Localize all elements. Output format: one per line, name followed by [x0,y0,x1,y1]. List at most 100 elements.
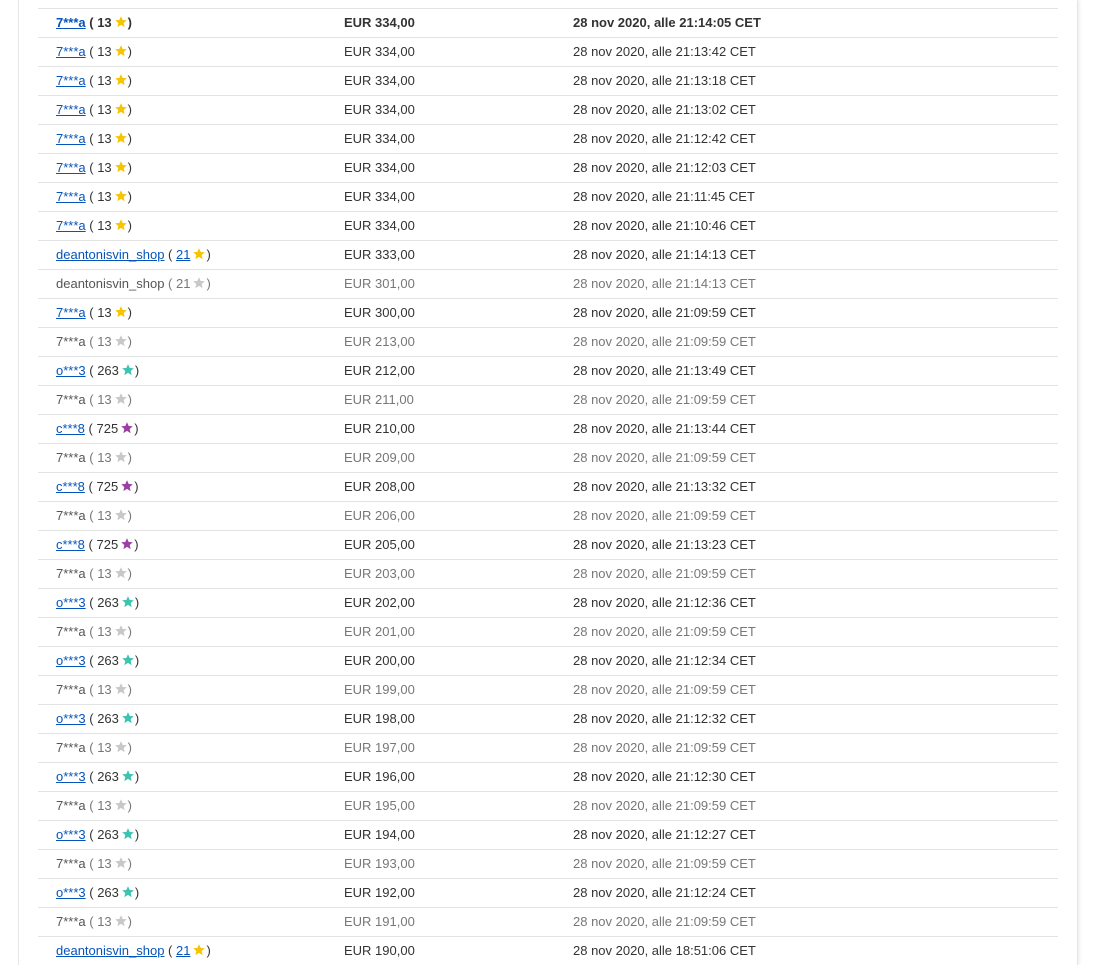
feedback-score: ( 13) [85,624,133,639]
bidder-name[interactable]: o***3 [56,595,86,610]
feedback-score: ( 13) [85,189,133,204]
feedback-count[interactable]: 21 [176,943,190,958]
bidder-cell: 7***a ( 13) [56,299,132,327]
bidder-cell: 7***a ( 13) [56,212,132,240]
bidder-cell: o***3 ( 263) [56,879,139,907]
bid-time: 28 nov 2020, alle 21:13:49 CET [573,363,756,378]
bidder-name[interactable]: c***8 [56,479,85,494]
purple-star-icon [121,422,133,434]
gray-star-icon [114,741,127,753]
bid-amount: EUR 206,00 [344,508,415,523]
gray-star-icon [193,277,206,289]
bidder-cell: o***3 ( 263) [56,589,139,617]
gray-star-icon [114,799,127,811]
feedback-count: 13 [97,624,112,639]
bidder-cell: deantonisvin_shop ( 21) [56,937,211,965]
feedback-count: 13 [97,218,112,233]
bid-time: 28 nov 2020, alle 21:12:32 CET [573,711,756,726]
bidder-name[interactable]: c***8 [56,537,85,552]
feedback-count[interactable]: 21 [176,247,190,262]
bidder-name[interactable]: o***3 [56,363,86,378]
bidder-name[interactable]: 7***a [56,44,86,59]
bid-amount: EUR 197,00 [344,740,415,755]
bidder-name[interactable]: 7***a [56,160,86,175]
bidder-cell: 7***a ( 13) [56,38,132,66]
bid-row: o***3 ( 263) EUR 200,00 28 nov 2020, alle … [38,646,1058,675]
bidder-name: 7***a [56,914,86,929]
yellow-star-icon [114,306,127,318]
bidder-name[interactable]: deantonisvin_shop [56,943,164,958]
bidder-name: 7***a [56,334,86,349]
bid-time: 28 nov 2020, alle 21:09:59 CET [573,566,756,581]
bid-amount: EUR 196,00 [344,769,415,784]
bid-amount: EUR 190,00 [344,943,415,958]
bidder-cell: deantonisvin_shop ( 21) [56,270,211,298]
feedback-score: ( 263) [85,769,140,784]
bid-amount: EUR 198,00 [344,711,415,726]
bid-row: 7***a ( 13) EUR 334,00 28 nov 2020, alle 2… [38,211,1058,240]
bidder-name[interactable]: o***3 [56,885,86,900]
bidder-name[interactable]: o***3 [56,711,86,726]
bid-amount: EUR 334,00 [344,73,415,88]
bidder-cell: 7***a ( 13) [56,96,132,124]
bid-amount: EUR 194,00 [344,827,415,842]
bid-row: o***3 ( 263) EUR 202,00 28 nov 2020, alle … [38,588,1058,617]
bid-time: 28 nov 2020, alle 21:09:59 CET [573,305,756,320]
turquoise-star-icon [122,712,134,724]
bidder-name[interactable]: 7***a [56,131,86,146]
bid-amount: EUR 193,00 [344,856,415,871]
bid-amount: EUR 209,00 [344,450,415,465]
bidder-name[interactable]: 7***a [56,305,86,320]
feedback-score: ( 13) [85,508,133,523]
feedback-count: 725 [96,421,119,436]
bidder-name[interactable]: c***8 [56,421,85,436]
yellow-star-icon [193,944,206,956]
yellow-star-icon [114,190,127,202]
bid-row: 7***a ( 13) EUR 203,00 28 nov 2020, alle 2… [38,559,1058,588]
bid-time: 28 nov 2020, alle 21:09:59 CET [573,856,756,871]
bidder-name[interactable]: 7***a [56,218,86,233]
bid-amount: EUR 191,00 [344,914,415,929]
bid-row: 7***a ( 13) EUR 334,00 28 nov 2020, alle 2… [38,95,1058,124]
bidder-name: 7***a [56,798,86,813]
bidder-name[interactable]: o***3 [56,769,86,784]
bidder-cell: 7***a ( 13) [56,502,132,530]
gray-star-icon [114,393,127,405]
bidder-name: 7***a [56,508,86,523]
bid-time: 28 nov 2020, alle 21:09:59 CET [573,334,756,349]
bid-time: 28 nov 2020, alle 18:51:06 CET [573,943,756,958]
bidder-name[interactable]: deantonisvin_shop [56,247,164,262]
yellow-star-icon [114,161,127,173]
bidder-name[interactable]: 7***a [56,102,86,117]
bid-row: 7***a ( 13) EUR 193,00 28 nov 2020, alle 2… [38,849,1058,878]
bid-row: 7***a ( 13) EUR 300,00 28 nov 2020, alle 2… [38,298,1058,327]
feedback-score: ( 13) [85,334,133,349]
feedback-score: ( 13) [85,392,133,407]
feedback-count: 13 [97,131,112,146]
yellow-star-icon [114,219,127,231]
bidder-name: 7***a [56,856,86,871]
bidder-name: deantonisvin_shop [56,276,165,291]
bidder-name[interactable]: 7***a [56,15,86,30]
bid-amount: EUR 202,00 [344,595,415,610]
feedback-count: 13 [97,44,112,59]
bidder-cell: 7***a ( 13) [56,734,132,762]
yellow-star-icon [114,74,127,86]
bid-time: 28 nov 2020, alle 21:09:59 CET [573,450,756,465]
bidder-name[interactable]: 7***a [56,189,86,204]
bidder-cell: 7***a ( 13) [56,792,132,820]
bidder-name[interactable]: o***3 [56,653,86,668]
bid-row: o***3 ( 263) EUR 192,00 28 nov 2020, alle … [38,878,1058,907]
bidder-name[interactable]: o***3 [56,827,86,842]
feedback-count: 13 [97,682,112,697]
bid-amount: EUR 205,00 [344,537,415,552]
bidder-cell: 7***a ( 13) [56,67,132,95]
bid-row: 7***a ( 13) EUR 334,00 28 nov 2020, alle 2… [38,182,1058,211]
feedback-score: ( 13) [85,218,133,233]
bid-amount: EUR 334,00 [344,218,415,233]
bid-row: 7***a ( 13) EUR 211,00 28 nov 2020, alle 2… [38,385,1058,414]
bidder-name[interactable]: 7***a [56,73,86,88]
bidder-name: 7***a [56,450,86,465]
bid-row: 7***a ( 13) EUR 201,00 28 nov 2020, alle 2… [38,617,1058,646]
bid-amount: EUR 201,00 [344,624,415,639]
